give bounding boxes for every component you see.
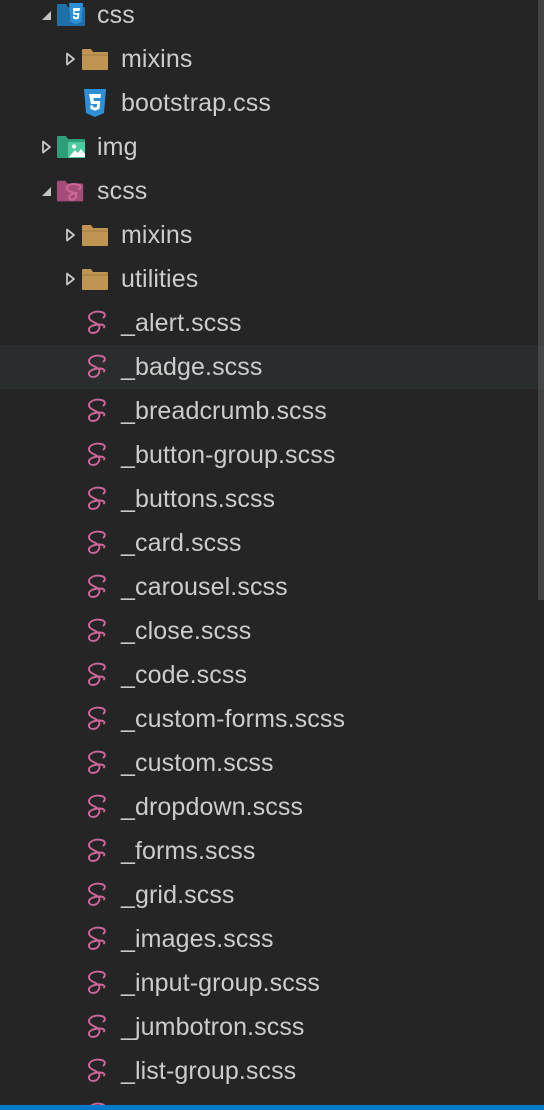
tree-item-label: _alert.scss: [121, 308, 242, 337]
file-item-carousel[interactable]: _carousel.scss: [0, 565, 544, 609]
file-item-code[interactable]: _code.scss: [0, 653, 544, 697]
collapsed-twisty-icon[interactable]: [62, 51, 78, 67]
sass-file-icon: [80, 440, 110, 470]
tree-item-label: utilities: [121, 264, 199, 293]
status-bar: [0, 1105, 544, 1110]
tree-item-label: _images.scss: [121, 924, 274, 953]
tree-item-label: _list-group.scss: [121, 1056, 297, 1085]
file-item-images[interactable]: _images.scss: [0, 917, 544, 961]
sass-file-icon: [80, 924, 110, 954]
expanded-twisty-icon[interactable]: [38, 7, 54, 23]
file-item-dropdown[interactable]: _dropdown.scss: [0, 785, 544, 829]
scrollbar-thumb[interactable]: [538, 0, 544, 600]
tree-item-label: _button-group.scss: [121, 440, 336, 469]
explorer-file-tree: css mixins bootstrap.css img scss mixins utili…: [0, 0, 544, 1110]
tree-item-label: _custom.scss: [121, 748, 274, 777]
folder-item-mixins[interactable]: mixins: [0, 37, 544, 81]
folder-item-utilities[interactable]: utilities: [0, 257, 544, 301]
expanded-twisty-icon[interactable]: [38, 183, 54, 199]
tree-item-label: _badge.scss: [121, 352, 263, 381]
tree-item-label: _code.scss: [121, 660, 248, 689]
sass-file-icon: [80, 484, 110, 514]
sass-file-icon: [80, 968, 110, 998]
file-item-list-group[interactable]: _list-group.scss: [0, 1049, 544, 1093]
image-folder-icon: [56, 132, 86, 162]
sass-file-icon: [80, 748, 110, 778]
tree-item-label: _breadcrumb.scss: [121, 396, 327, 425]
sass-file-icon: [80, 572, 110, 602]
sass-file-icon: [80, 880, 110, 910]
tree-item-label: _jumbotron.scss: [121, 1012, 305, 1041]
file-item-close[interactable]: _close.scss: [0, 609, 544, 653]
sass-file-icon: [80, 308, 110, 338]
sass-file-icon: [80, 1056, 110, 1086]
tree-item-label: img: [97, 132, 138, 161]
tree-item-label: _card.scss: [121, 528, 242, 557]
tree-item-label: mixins: [121, 220, 193, 249]
file-item-buttons[interactable]: _buttons.scss: [0, 477, 544, 521]
sass-file-icon: [80, 660, 110, 690]
sass-file-icon: [80, 396, 110, 426]
sass-file-icon: [80, 528, 110, 558]
css-file-icon: [80, 88, 110, 118]
collapsed-twisty-icon[interactable]: [62, 227, 78, 243]
tree-item-label: _buttons.scss: [121, 484, 276, 513]
sass-file-icon: [80, 616, 110, 646]
folder-item-img[interactable]: img: [0, 125, 544, 169]
tree-item-label: bootstrap.css: [121, 88, 271, 117]
scrollbar-track[interactable]: [538, 0, 544, 1100]
file-item-button-group[interactable]: _button-group.scss: [0, 433, 544, 477]
css-folder-icon: [56, 0, 86, 30]
folder-item-mixins[interactable]: mixins: [0, 213, 544, 257]
file-item-alert[interactable]: _alert.scss: [0, 301, 544, 345]
file-item-custom-forms[interactable]: _custom-forms.scss: [0, 697, 544, 741]
tree-item-label: _carousel.scss: [121, 572, 288, 601]
file-item-forms[interactable]: _forms.scss: [0, 829, 544, 873]
folder-item-css[interactable]: css: [0, 0, 544, 37]
file-item-custom[interactable]: _custom.scss: [0, 741, 544, 785]
sass-file-icon: [80, 836, 110, 866]
sass-folder-icon: [56, 176, 86, 206]
folder-item-scss[interactable]: scss: [0, 169, 544, 213]
folder-icon: [80, 44, 110, 74]
collapsed-twisty-icon[interactable]: [38, 139, 54, 155]
tree-item-label: _close.scss: [121, 616, 252, 645]
folder-icon: [80, 220, 110, 250]
file-item-input-group[interactable]: _input-group.scss: [0, 961, 544, 1005]
tree-item-label: _dropdown.scss: [121, 792, 304, 821]
tree-item-label: scss: [97, 176, 148, 205]
file-item-jumbotron[interactable]: _jumbotron.scss: [0, 1005, 544, 1049]
sass-file-icon: [80, 352, 110, 382]
tree-item-label: css: [97, 0, 135, 29]
file-item-card[interactable]: _card.scss: [0, 521, 544, 565]
folder-icon: [80, 264, 110, 294]
sass-file-icon: [80, 792, 110, 822]
tree-item-label: _grid.scss: [121, 880, 235, 909]
file-item-badge[interactable]: _badge.scss: [0, 345, 544, 389]
file-item-breadcrumb[interactable]: _breadcrumb.scss: [0, 389, 544, 433]
collapsed-twisty-icon[interactable]: [62, 271, 78, 287]
sass-file-icon: [80, 704, 110, 734]
tree-item-label: _input-group.scss: [121, 968, 321, 997]
tree-item-label: mixins: [121, 44, 193, 73]
file-item-grid[interactable]: _grid.scss: [0, 873, 544, 917]
sass-file-icon: [80, 1012, 110, 1042]
file-item-bootstrap[interactable]: bootstrap.css: [0, 81, 544, 125]
tree-item-label: _forms.scss: [121, 836, 256, 865]
tree-item-label: _custom-forms.scss: [121, 704, 346, 733]
